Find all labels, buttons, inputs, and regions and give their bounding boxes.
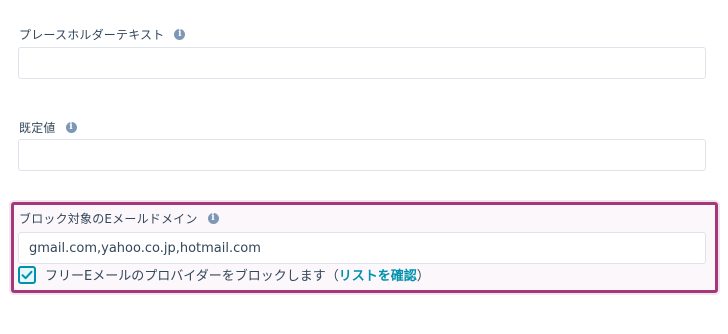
free-email-checkbox-label: フリーEメールのプロバイダーをブロックします: [45, 269, 326, 284]
blocked-domains-label-row: ブロック対象のEメールドメイン i: [19, 210, 219, 227]
free-email-checkbox[interactable]: [18, 265, 36, 284]
info-icon[interactable]: i: [174, 29, 186, 40]
default-value-input[interactable]: [18, 139, 706, 171]
paren-open: （: [325, 269, 339, 284]
placeholder-label-row: プレースホルダーテキスト i: [19, 26, 186, 43]
placeholder-text-input[interactable]: [18, 47, 706, 79]
blocked-domains-input[interactable]: [18, 232, 706, 264]
checkmark-icon: [21, 270, 33, 279]
view-list-link[interactable]: リストを確認: [339, 269, 417, 284]
form-settings-panel: プレースホルダーテキスト i 既定値 i ブロック対象のEメールドメイン i フ…: [0, 0, 728, 334]
placeholder-label: プレースホルダーテキスト: [19, 28, 165, 42]
blocked-domains-label: ブロック対象のEメールドメイン: [19, 212, 198, 226]
paren-close: ）: [416, 269, 430, 284]
default-value-label-row: 既定値 i: [19, 119, 77, 136]
info-icon[interactable]: i: [207, 213, 219, 224]
free-email-checkbox-row: フリーEメールのプロバイダーをブロックします（リストを確認）: [18, 265, 430, 284]
info-icon[interactable]: i: [65, 122, 77, 133]
default-value-label: 既定値: [19, 121, 56, 135]
